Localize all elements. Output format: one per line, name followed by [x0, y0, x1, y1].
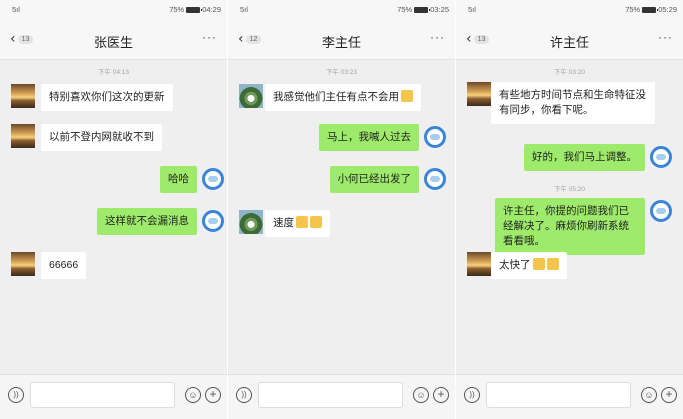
chevron-left-icon: ‹	[238, 31, 244, 47]
thumbs-up-icon	[532, 258, 545, 270]
my-avatar[interactable]	[650, 200, 672, 222]
incoming-message[interactable]: 以前不登内网就收不到	[41, 124, 162, 151]
signal-indicator: 5ıl	[12, 5, 20, 14]
plus-icon[interactable]: +	[205, 387, 221, 403]
chat-screen-1: 5ıl 75% 04:29 ‹ 13 张医生 ··· 下午 04:13 特别喜欢…	[0, 0, 227, 419]
message-text: 太快了	[499, 259, 531, 271]
chat-screen-2: 5ıl 75% 03:25 ‹ 12 李主任 ··· 下午 03:23 我感觉他…	[228, 0, 455, 419]
incoming-message[interactable]: 特别喜欢你们这次的更新	[41, 84, 173, 111]
voice-icon[interactable]: ))	[236, 387, 252, 403]
outgoing-message[interactable]: 许主任，你提的问题我们已经解决了。麻烦你刷新系统看看哦。	[495, 198, 645, 255]
my-avatar[interactable]	[202, 210, 224, 232]
voice-icon[interactable]: ))	[8, 387, 24, 403]
chevron-left-icon: ‹	[466, 31, 472, 47]
outgoing-message[interactable]: 马上，我喊人过去	[319, 124, 419, 151]
emoji-icon[interactable]: ☺	[641, 387, 657, 403]
my-avatar[interactable]	[424, 126, 446, 148]
back-button[interactable]: ‹ 13	[10, 31, 34, 47]
emoji-icon	[401, 90, 413, 102]
contact-avatar[interactable]	[239, 210, 263, 234]
contact-avatar[interactable]	[239, 84, 263, 108]
message-timestamp: 下午 05:20	[553, 186, 586, 193]
message-timestamp: 下午 04:13	[97, 69, 130, 76]
chat-title: 许主任	[549, 35, 589, 50]
more-icon[interactable]: ···	[202, 30, 217, 44]
incoming-message[interactable]: 66666	[41, 252, 87, 279]
contact-avatar[interactable]	[11, 84, 35, 108]
input-toolbar: )) ☺ +	[456, 374, 683, 419]
clock: 04:29	[202, 5, 221, 14]
battery-percent: 75%	[397, 5, 413, 14]
nav-bar: ‹ 12 李主任 ···	[228, 18, 455, 60]
more-icon[interactable]: ···	[658, 30, 673, 44]
chat-title: 张医生	[93, 35, 133, 50]
message-text: 我感觉他们主任有点不会用	[273, 91, 399, 103]
status-bar: 5ıl 75% 03:25	[228, 0, 455, 18]
unread-count-badge: 13	[473, 34, 490, 44]
outgoing-message[interactable]: 小何已经出发了	[329, 166, 419, 193]
contact-avatar[interactable]	[11, 124, 35, 148]
contact-avatar[interactable]	[11, 252, 35, 276]
contact-avatar[interactable]	[467, 252, 491, 276]
chevron-left-icon: ‹	[10, 31, 16, 47]
status-bar: 5ıl 75% 04:29	[0, 0, 227, 18]
incoming-message[interactable]: 速度	[265, 210, 330, 237]
message-timestamp: 下午 03:20	[553, 69, 586, 76]
incoming-message[interactable]: 我感觉他们主任有点不会用	[265, 84, 421, 111]
my-avatar[interactable]	[650, 146, 672, 168]
contact-avatar[interactable]	[467, 82, 491, 106]
message-input[interactable]	[486, 382, 631, 408]
back-button[interactable]: ‹ 12	[238, 31, 262, 47]
signal-indicator: 5ıl	[240, 5, 248, 14]
outgoing-message[interactable]: 这样就不会漏消息	[97, 208, 197, 235]
unread-count-badge: 13	[17, 34, 34, 44]
signal-indicator: 5ıl	[468, 5, 476, 14]
my-avatar[interactable]	[424, 168, 446, 190]
battery-icon	[186, 6, 203, 13]
chat-screen-3: 5ıl 75% 05:29 ‹ 13 许主任 ··· 下午 03:20 有些地方…	[456, 0, 683, 419]
emoji-icon[interactable]: ☺	[185, 387, 201, 403]
more-icon[interactable]: ···	[430, 30, 445, 44]
thumbs-up-icon	[546, 258, 559, 270]
incoming-message[interactable]: 太快了	[491, 252, 567, 279]
message-timestamp: 下午 03:23	[325, 69, 358, 76]
unread-count-badge: 12	[245, 34, 262, 44]
status-bar: 5ıl 75% 05:29	[456, 0, 683, 18]
battery-percent: 75%	[169, 5, 185, 14]
input-toolbar: )) ☺ +	[0, 374, 227, 419]
emoji-icon[interactable]: ☺	[413, 387, 429, 403]
battery-percent: 75%	[625, 5, 641, 14]
clock: 05:29	[658, 5, 677, 14]
chat-title: 李主任	[321, 35, 361, 50]
battery-icon	[642, 6, 659, 13]
message-input[interactable]	[30, 382, 175, 408]
voice-icon[interactable]: ))	[464, 387, 480, 403]
message-text: 速度	[273, 217, 294, 229]
input-toolbar: )) ☺ +	[228, 374, 455, 419]
back-button[interactable]: ‹ 13	[466, 31, 490, 47]
plus-icon[interactable]: +	[661, 387, 677, 403]
thumbs-up-icon	[310, 216, 322, 228]
plus-icon[interactable]: +	[433, 387, 449, 403]
my-avatar[interactable]	[202, 168, 224, 190]
message-input[interactable]	[258, 382, 403, 408]
clock: 03:25	[430, 5, 449, 14]
outgoing-message[interactable]: 好的，我们马上调整。	[524, 144, 645, 171]
thumbs-up-icon	[296, 216, 308, 228]
battery-icon	[414, 6, 431, 13]
nav-bar: ‹ 13 张医生 ···	[0, 18, 227, 60]
outgoing-message[interactable]: 哈哈	[160, 166, 197, 193]
nav-bar: ‹ 13 许主任 ···	[456, 18, 683, 60]
incoming-message[interactable]: 有些地方时间节点和生命特征没有同步，你看下呢。	[491, 82, 655, 124]
